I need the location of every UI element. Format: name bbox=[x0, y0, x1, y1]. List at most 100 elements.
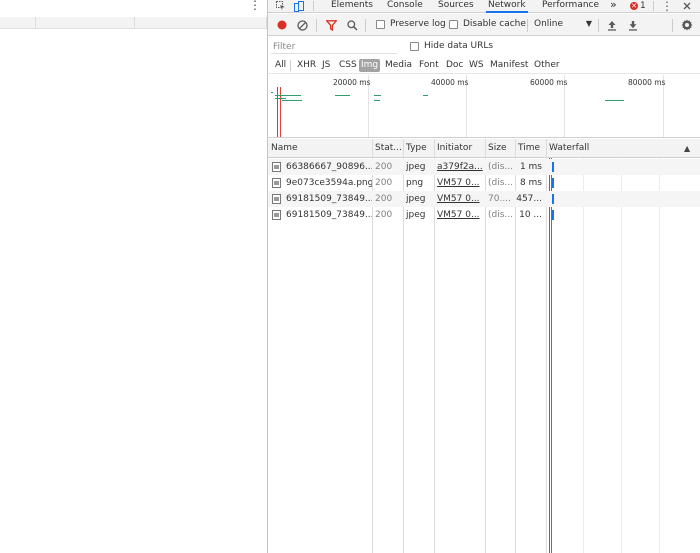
overview-request-bar bbox=[423, 95, 428, 96]
type-filter-doc[interactable]: Doc bbox=[444, 59, 465, 72]
page-menu-icon[interactable]: ⋮ bbox=[249, 0, 261, 11]
column-header-status[interactable]: Stat... bbox=[372, 139, 403, 158]
strip-cell bbox=[0, 17, 36, 29]
type-filter-xhr[interactable]: XHR bbox=[295, 59, 318, 72]
request-time: 457... bbox=[516, 194, 542, 204]
tab-sources[interactable]: Sources bbox=[436, 0, 476, 13]
inspect-element-icon[interactable] bbox=[274, 0, 288, 12]
filter-row: Hide data URLs bbox=[268, 37, 700, 57]
request-name[interactable]: 9e073ce3594a.png bbox=[283, 175, 372, 191]
tab-performance[interactable]: Performance bbox=[540, 0, 601, 13]
strip-cell bbox=[135, 17, 267, 29]
clear-icon[interactable] bbox=[296, 19, 308, 31]
request-type: jpeg bbox=[406, 162, 426, 172]
column-header-initiator[interactable]: Initiator bbox=[434, 139, 485, 158]
import-har-icon[interactable] bbox=[606, 19, 618, 31]
type-filter-img[interactable]: Img bbox=[359, 59, 381, 72]
overview-request-bar bbox=[275, 98, 286, 99]
filter-icon[interactable] bbox=[325, 19, 337, 31]
request-name[interactable]: 66386667_90896... bbox=[283, 159, 372, 175]
tab-console[interactable]: Console bbox=[385, 0, 425, 13]
hide-data-urls-checkbox[interactable]: Hide data URLs bbox=[410, 41, 493, 51]
type-filter-font[interactable]: Font bbox=[417, 59, 441, 72]
table-row[interactable]: 66386667_90896... 200 jpeg a379f2a... (d… bbox=[268, 159, 700, 175]
request-status: 200 bbox=[375, 210, 393, 220]
gear-icon[interactable] bbox=[681, 19, 693, 31]
request-name[interactable]: 69181509_73849... bbox=[283, 207, 372, 223]
type-filter-manifest[interactable]: Manifest bbox=[488, 59, 530, 72]
tabbar-separator bbox=[653, 1, 654, 11]
error-counter[interactable]: ✕ 1 bbox=[630, 0, 646, 12]
devtools-tabbar: Elements Console Sources Network Perform… bbox=[268, 0, 700, 13]
table-row[interactable]: 69181509_73849... 200 jpeg VM57 0... (di… bbox=[268, 207, 700, 223]
overview-request-bar bbox=[605, 100, 624, 101]
disable-cache-label: Disable cache bbox=[463, 19, 526, 29]
type-filter-separator bbox=[290, 60, 291, 71]
device-toolbar-icon[interactable] bbox=[292, 0, 306, 12]
checkbox-box[interactable] bbox=[410, 41, 419, 51]
request-initiator-link[interactable]: VM57 0... bbox=[434, 175, 485, 191]
table-row[interactable]: 9e073ce3594a.png 200 png VM57 0... (dis.… bbox=[268, 175, 700, 191]
waterfall-bar[interactable] bbox=[552, 178, 554, 188]
request-type: jpeg bbox=[406, 210, 426, 220]
request-initiator-link[interactable]: VM57 0... bbox=[434, 191, 485, 207]
overview-request-bar bbox=[374, 95, 381, 96]
column-header-waterfall[interactable]: Waterfall bbox=[546, 139, 666, 158]
requests-table: Name Stat... Type Initiator Size Time Wa… bbox=[268, 139, 700, 553]
hide-data-urls-label: Hide data URLs bbox=[424, 41, 494, 51]
request-time: 1 ms bbox=[519, 162, 542, 172]
preserve-log-checkbox[interactable]: Preserve log bbox=[376, 19, 446, 29]
column-header-type[interactable]: Type bbox=[403, 139, 434, 158]
record-icon[interactable] bbox=[276, 19, 288, 31]
more-tabs-icon[interactable]: » bbox=[608, 0, 619, 13]
column-header-name[interactable]: Name bbox=[268, 139, 372, 158]
sort-ascending-icon[interactable]: ▲ bbox=[684, 139, 690, 158]
toolbar-separator bbox=[672, 19, 673, 32]
request-status: 200 bbox=[375, 178, 393, 188]
throttling-select[interactable]: Online ▼ bbox=[534, 19, 592, 31]
type-filter-css[interactable]: CSS bbox=[337, 59, 359, 72]
preserve-log-label: Preserve log bbox=[390, 19, 446, 29]
type-filter-js[interactable]: JS bbox=[320, 59, 332, 72]
type-filter-ws[interactable]: WS bbox=[467, 59, 486, 72]
request-size: (dis... bbox=[488, 210, 513, 220]
checkbox-box[interactable] bbox=[376, 19, 385, 29]
column-header-size[interactable]: Size bbox=[485, 139, 515, 158]
type-filter-all[interactable]: All bbox=[273, 59, 288, 72]
waterfall-bar[interactable] bbox=[552, 194, 554, 204]
checkbox-box[interactable] bbox=[449, 19, 458, 29]
devtools-panel: Elements Console Sources Network Perform… bbox=[267, 0, 700, 553]
request-initiator-link[interactable]: VM57 0... bbox=[434, 207, 485, 223]
type-filter-media[interactable]: Media bbox=[383, 59, 414, 72]
toolbar-separator bbox=[316, 19, 317, 32]
filter-input[interactable] bbox=[271, 40, 397, 54]
request-type: png bbox=[406, 178, 424, 188]
column-header-time[interactable]: Time bbox=[515, 139, 546, 158]
request-initiator-link[interactable]: a379f2a... bbox=[434, 159, 485, 175]
request-size: (dis... bbox=[488, 178, 513, 188]
image-file-icon bbox=[272, 194, 281, 204]
waterfall-bar[interactable] bbox=[552, 210, 554, 220]
close-devtools-icon[interactable] bbox=[680, 0, 694, 12]
devtools-menu-icon[interactable]: ⋮ bbox=[660, 0, 674, 13]
search-icon[interactable] bbox=[346, 19, 358, 31]
request-name[interactable]: 69181509_73849... bbox=[283, 191, 372, 207]
request-size: 70.... bbox=[488, 194, 511, 204]
chevron-down-icon: ▼ bbox=[585, 19, 592, 28]
resource-type-filters: All XHR JS CSS Img Media Font Doc WS Man… bbox=[268, 57, 700, 74]
network-overview-timeline[interactable]: 20000 ms 40000 ms 60000 ms 80000 ms bbox=[268, 75, 700, 138]
export-har-icon[interactable] bbox=[627, 19, 639, 31]
throttling-value: Online bbox=[534, 19, 564, 29]
image-file-icon bbox=[272, 210, 281, 220]
type-filter-other[interactable]: Other bbox=[532, 59, 562, 72]
disable-cache-checkbox[interactable]: Disable cache bbox=[449, 19, 526, 29]
table-row[interactable]: 69181509_73849... 200 jpeg VM57 0... 70.… bbox=[268, 191, 700, 207]
error-icon: ✕ bbox=[630, 2, 638, 10]
request-status: 200 bbox=[375, 194, 393, 204]
waterfall-bar[interactable] bbox=[552, 162, 554, 172]
tab-network[interactable]: Network bbox=[486, 0, 528, 13]
tab-elements[interactable]: Elements bbox=[329, 0, 375, 13]
toolbar-separator bbox=[365, 19, 366, 32]
inspected-page: ⋮ bbox=[0, 0, 267, 553]
overview-tick-label: 60000 ms bbox=[530, 78, 568, 87]
